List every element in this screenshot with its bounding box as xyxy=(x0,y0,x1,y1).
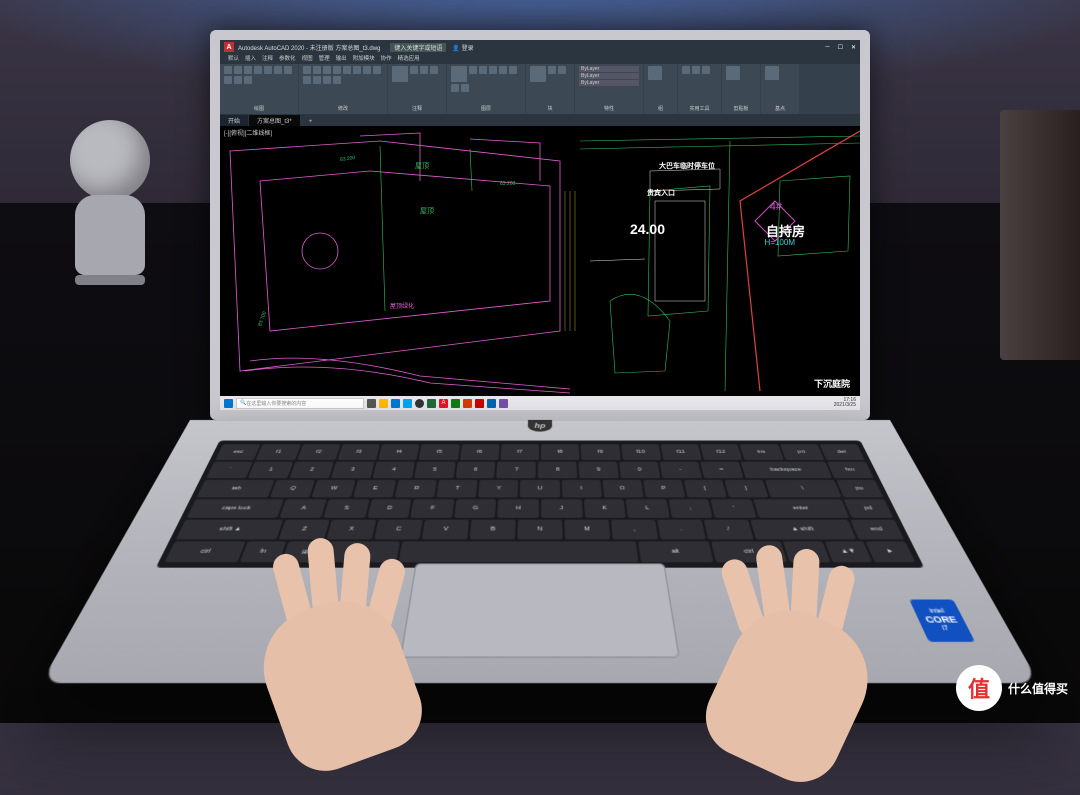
laptop: A Autodesk AutoCAD 2020 - 未注册版 方案总图_t3.d… xyxy=(190,30,890,680)
app-icon[interactable] xyxy=(499,399,508,408)
maximize-icon[interactable]: ☐ xyxy=(838,44,843,51)
trackpad[interactable] xyxy=(400,563,680,657)
label-courtyard: 下沉庭院 xyxy=(814,377,850,390)
desk-figurine xyxy=(60,120,160,350)
windows-taskbar[interactable]: 🔍 在这里输入你要搜索的内容 A 17:162021/3/25 xyxy=(220,396,860,410)
tab-parametric[interactable]: 参数化 xyxy=(279,54,296,64)
tab-drawing[interactable]: 方案总图_t3* xyxy=(249,115,300,126)
minimize-icon[interactable]: ─ xyxy=(825,44,829,51)
app-title: Autodesk AutoCAD 2020 - 未注册版 方案总图_t3.dwg xyxy=(238,43,380,52)
hp-logo-icon: hp xyxy=(528,420,552,432)
task-view-icon[interactable] xyxy=(367,399,376,408)
label-elev2: 83.200 xyxy=(500,181,515,187)
document-tabs[interactable]: 开始 方案总图_t3* + xyxy=(220,114,860,126)
dimension-value: 24.00 xyxy=(630,221,665,237)
edge-icon[interactable] xyxy=(391,399,400,408)
tab-featured[interactable]: 精选应用 xyxy=(398,54,420,64)
label-roof-1: 屋顶 xyxy=(415,161,429,171)
app-icon[interactable] xyxy=(451,399,460,408)
tab-addons[interactable]: 附加模块 xyxy=(353,54,375,64)
label-roof-green: 屋顶绿化 xyxy=(390,301,414,310)
laptop-deck: hp escf1f2f3f4f5f6f7f8f9f10f11f12insprtd… xyxy=(41,420,1040,683)
viewport-label[interactable]: [-][俯视][二维线框] xyxy=(224,128,272,137)
tab-insert[interactable]: 插入 xyxy=(245,54,256,64)
intel-sticker: intel CORE i7 xyxy=(909,600,975,642)
panel-properties[interactable]: ByLayer ByLayer ByLayer 特性 xyxy=(575,64,643,114)
drawing-canvas[interactable]: [-][俯视][二维线框] 屋顶 屋顶 屋顶绿化 大巴车临时停车位 贵宾入口 2… xyxy=(220,126,860,396)
label-roof-2: 屋顶 xyxy=(420,206,434,216)
mail-icon[interactable] xyxy=(403,399,412,408)
explorer-icon[interactable] xyxy=(379,399,388,408)
panel-utilities[interactable]: 实用工具 xyxy=(678,64,721,114)
tab-collab[interactable]: 协作 xyxy=(381,54,392,64)
taskbar-search[interactable]: 🔍 在这里输入你要搜索的内容 xyxy=(236,398,364,409)
taskbar-clock[interactable]: 17:162021/3/25 xyxy=(834,398,856,409)
tab-start[interactable]: 开始 xyxy=(220,115,248,126)
search-hint[interactable]: 键入关键字或短语 xyxy=(390,43,446,52)
watermark: 值 什么值得买 xyxy=(956,665,1068,711)
cad-drawing xyxy=(220,126,860,396)
keyboard[interactable]: escf1f2f3f4f5f6f7f8f9f10f11f12insprtdel … xyxy=(156,441,924,568)
app-icon[interactable] xyxy=(475,399,484,408)
ribbon: 绘图 修改 注释 图层 块 xyxy=(220,64,860,114)
tab-annotate[interactable]: 注释 xyxy=(262,54,273,64)
panel-modify[interactable]: 修改 xyxy=(299,64,387,114)
hp-icon[interactable] xyxy=(415,399,424,408)
start-icon[interactable] xyxy=(224,399,233,408)
panel-base[interactable]: 基点 xyxy=(761,64,799,114)
user-menu[interactable]: 👤 登录 xyxy=(452,43,473,52)
label-building-no: 4# xyxy=(770,201,782,213)
screen-content: A Autodesk AutoCAD 2020 - 未注册版 方案总图_t3.d… xyxy=(220,40,860,410)
panel-layers[interactable]: 图层 xyxy=(447,64,525,114)
tab-manage[interactable]: 管理 xyxy=(319,54,330,64)
close-icon[interactable]: ✕ xyxy=(851,44,856,51)
panel-block[interactable]: 块 xyxy=(526,64,574,114)
panel-group[interactable]: 组 xyxy=(644,64,677,114)
label-vip-entrance: 贵宾入口 xyxy=(647,188,675,198)
panel-draw[interactable]: 绘图 xyxy=(220,64,298,114)
app-icon[interactable] xyxy=(487,399,496,408)
watermark-badge-icon: 值 xyxy=(956,665,1002,711)
tab-default[interactable]: 默认 xyxy=(228,54,239,64)
app-icon[interactable] xyxy=(463,399,472,408)
autocad-logo-icon: A xyxy=(224,42,234,52)
tab-new-icon[interactable]: + xyxy=(301,118,321,126)
autocad-icon[interactable]: A xyxy=(439,399,448,408)
panel-clipboard[interactable]: 剪贴板 xyxy=(722,64,760,114)
title-bar[interactable]: A Autodesk AutoCAD 2020 - 未注册版 方案总图_t3.d… xyxy=(220,40,860,54)
label-bus-parking: 大巴车临时停车位 xyxy=(659,161,715,171)
tab-output[interactable]: 输出 xyxy=(336,54,347,64)
app-icon[interactable] xyxy=(427,399,436,408)
panel-annotate[interactable]: 注释 xyxy=(388,64,446,114)
laptop-screen-bezel: A Autodesk AutoCAD 2020 - 未注册版 方案总图_t3.d… xyxy=(210,30,870,420)
desk-object-right xyxy=(1000,110,1080,360)
ribbon-tabs[interactable]: 默认 插入 注释 参数化 视图 管理 输出 附加模块 协作 精选应用 xyxy=(220,54,860,64)
watermark-text: 什么值得买 xyxy=(1008,680,1068,697)
tab-view[interactable]: 视图 xyxy=(302,54,313,64)
label-height: H=100M xyxy=(765,238,795,247)
